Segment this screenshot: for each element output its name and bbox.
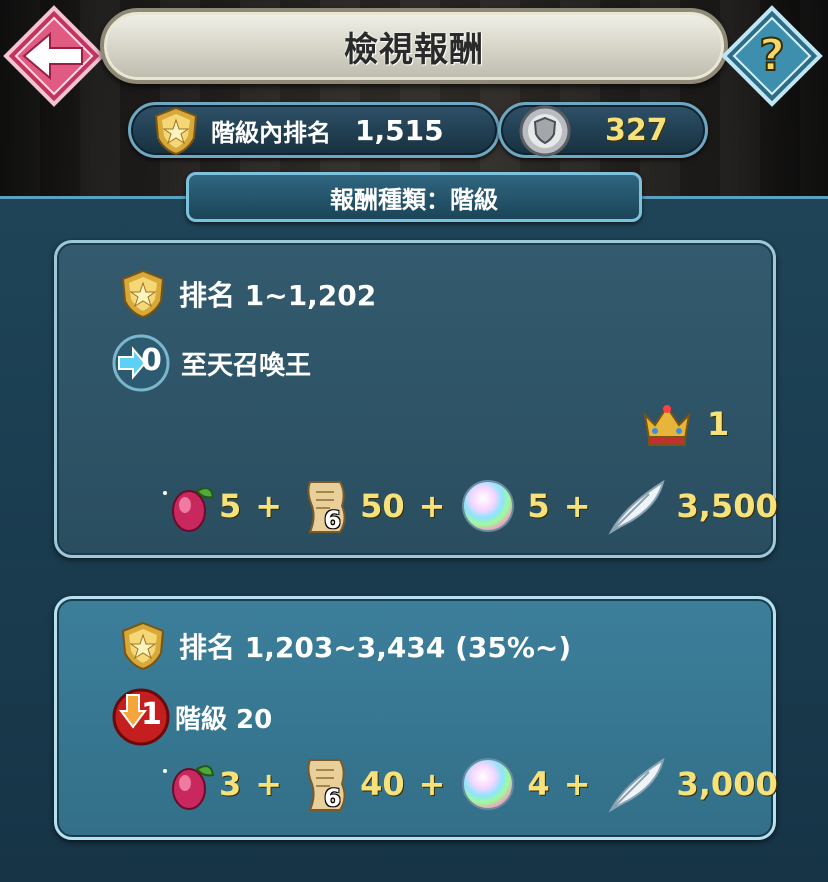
feather-icon (607, 479, 665, 535)
orb-icon (462, 758, 515, 810)
scroll-reward: 6 40 (296, 754, 405, 814)
orb-amount: 5 (527, 487, 550, 525)
gold-shield-badge-icon (121, 621, 165, 671)
feather-reward: 3,500 (605, 476, 778, 536)
crown-icon (643, 405, 691, 446)
feather-icon (607, 757, 665, 813)
help-button[interactable]: ? (720, 4, 824, 108)
reward-tier-card: 排名 1,203~3,434 (35%~) 1 階級 20 3 + 6 40 +… (54, 596, 778, 840)
rank-value: 1,515 (355, 113, 444, 147)
reward-type-label: 報酬種類：階級 (330, 185, 498, 214)
back-button[interactable] (2, 4, 106, 108)
orb-icon (462, 480, 515, 532)
reward-type-tab[interactable]: 報酬種類：階級 (186, 172, 642, 222)
silver-shield-badge-icon (518, 104, 572, 162)
rank-label: 階級內排名 (211, 118, 331, 147)
tier-movement-text: 階級 20 (175, 704, 273, 735)
page-title: 檢視報酬 (344, 29, 484, 70)
fruit-reward: 5 (157, 475, 241, 537)
svg-text:?: ? (759, 30, 785, 81)
tier-rank-range: 排名 1,203~3,434 (35%~) (179, 631, 572, 664)
tier-crown-count: 1 (707, 405, 730, 443)
points-value: 327 (605, 112, 668, 148)
tier-movement-text: 至天召喚王 (181, 350, 312, 381)
orb-reward: 5 (459, 477, 550, 535)
scroll-reward: 6 50 (296, 476, 405, 536)
feather-amount: 3,500 (676, 487, 778, 525)
scroll-star-level: 6 (324, 784, 341, 812)
orb-reward: 4 (459, 755, 550, 813)
fruit-amount: 3 (219, 765, 242, 803)
divine-fruit-icon (163, 487, 215, 532)
tier-rank-range: 排名 1~1,202 (179, 279, 377, 312)
tier-movement-value: 0 (141, 343, 162, 378)
fruit-amount: 5 (219, 487, 242, 525)
plus-sign: + (563, 765, 591, 803)
feather-reward: 3,000 (605, 754, 778, 814)
question-icon: ? (721, 5, 823, 107)
divine-fruit-icon (163, 765, 215, 810)
scroll-amount: 50 (360, 487, 405, 525)
gold-shield-badge-icon (152, 106, 200, 160)
title-bar: 檢視報酬 (100, 8, 728, 84)
back-arrow-icon (3, 5, 105, 107)
gold-shield-badge-icon (121, 269, 165, 319)
feather-amount: 3,000 (676, 765, 778, 803)
scroll-amount: 40 (360, 765, 405, 803)
plus-sign: + (255, 487, 283, 525)
scroll-star-level: 6 (324, 506, 341, 534)
orb-amount: 4 (527, 765, 550, 803)
plus-sign: + (563, 487, 591, 525)
reward-tier-card: 排名 1~1,202 0 至天召喚王 1 5 + 6 50 + 5 + 3,50… (54, 240, 778, 558)
plus-sign: + (255, 765, 283, 803)
tier-movement-value: 1 (141, 697, 162, 732)
fruit-reward: 3 (157, 753, 241, 815)
plus-sign: + (418, 487, 446, 525)
plus-sign: + (418, 765, 446, 803)
